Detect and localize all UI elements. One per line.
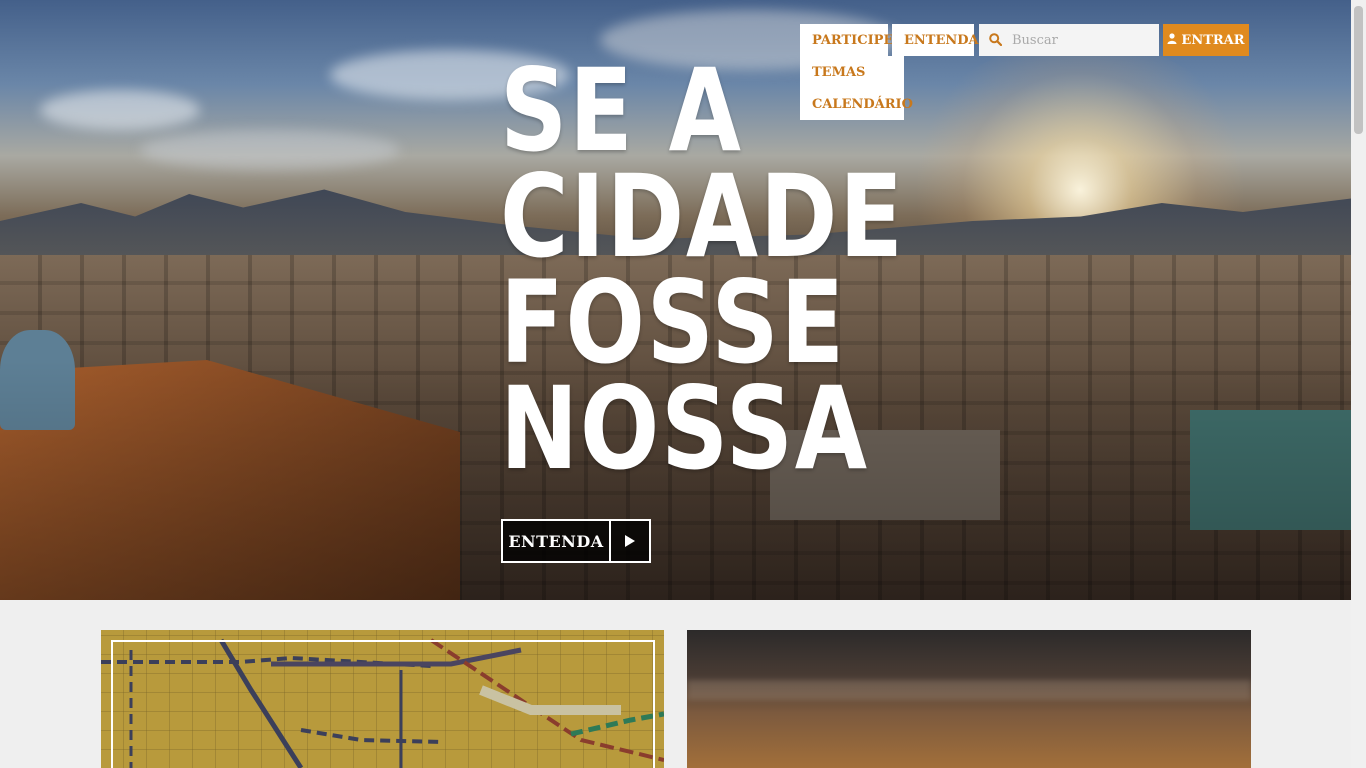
play-icon bbox=[609, 521, 649, 561]
sunset-card[interactable] bbox=[687, 630, 1251, 768]
cta-label: ENTENDA bbox=[508, 531, 604, 551]
nav-dropdown: TEMAS CALENDÁRIO bbox=[800, 56, 913, 120]
login-label: ENTRAR bbox=[1181, 32, 1245, 48]
hero-headline: SE A CIDADE FOSSE NOSSA bbox=[500, 54, 905, 495]
nav-calendario[interactable]: CALENDÁRIO bbox=[812, 97, 913, 112]
search-box[interactable] bbox=[979, 24, 1159, 56]
scrollbar-thumb[interactable] bbox=[1354, 6, 1363, 134]
nav-entenda[interactable]: ENTENDA bbox=[892, 24, 979, 56]
sunset-cloud bbox=[687, 680, 1251, 700]
headline-line: FOSSE bbox=[500, 256, 846, 389]
page-scrollbar[interactable] bbox=[1351, 0, 1366, 768]
headline-line: NOSSA bbox=[500, 362, 869, 495]
map-card[interactable] bbox=[101, 630, 664, 768]
nav-temas[interactable]: TEMAS bbox=[812, 65, 865, 80]
entenda-cta-button[interactable]: ENTENDA bbox=[501, 519, 651, 563]
nav-participe[interactable]: PARTICIPE bbox=[800, 24, 893, 56]
headline-line: CIDADE bbox=[500, 150, 905, 283]
search-input[interactable] bbox=[1010, 31, 1154, 49]
map-frame bbox=[111, 640, 655, 768]
hero-banner: SE A CIDADE FOSSE NOSSA ENTENDA bbox=[0, 0, 1351, 600]
login-button[interactable]: ENTRAR bbox=[1163, 24, 1249, 56]
search-icon bbox=[989, 31, 1003, 50]
user-icon bbox=[1167, 32, 1177, 48]
